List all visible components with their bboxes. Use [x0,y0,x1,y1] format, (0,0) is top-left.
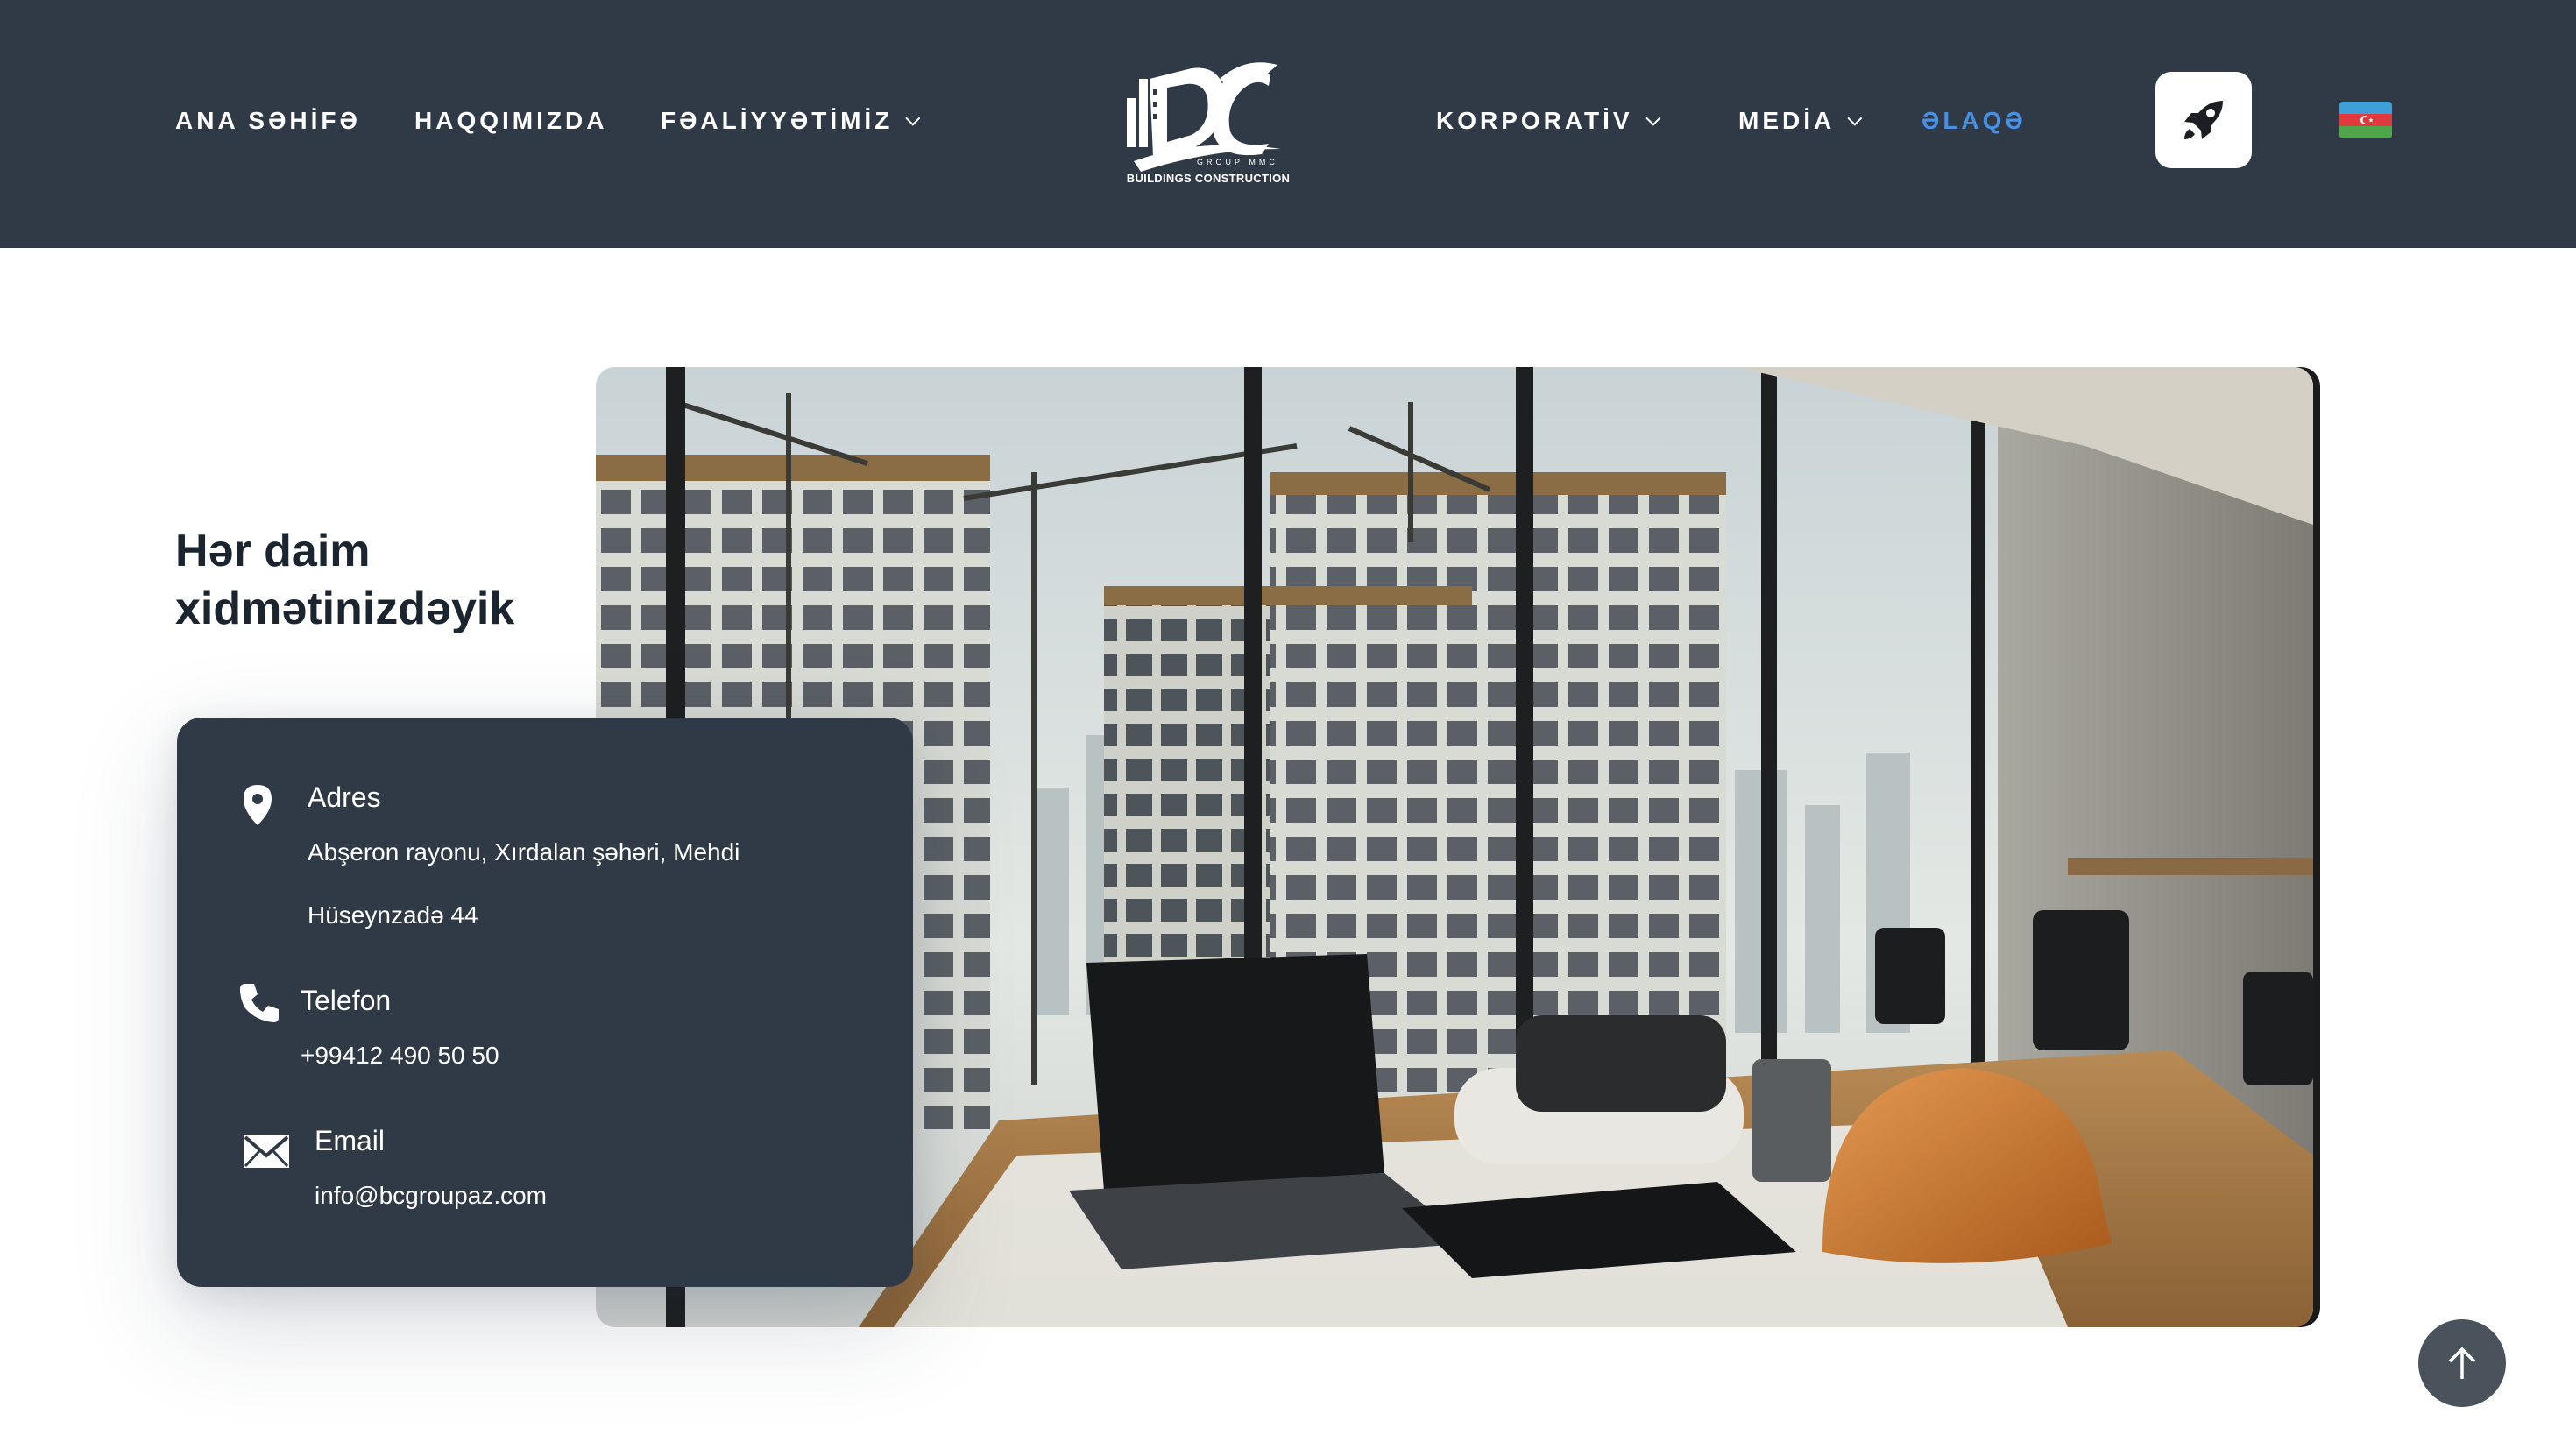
nav-corporate[interactable]: KORPORATİV [1436,103,1660,138]
site-header: ANA SƏHİFƏ HAQQIMIZDA FƏALİYYƏTİMİZ GROU… [0,0,2576,248]
nav-activities-label: FƏALİYYƏTİMİZ [661,107,894,134]
chevron-down-icon [1645,110,1660,126]
nav-home-label: ANA SƏHİFƏ [175,107,361,134]
nav-media[interactable]: MEDİA [1738,103,1863,138]
crescent-star-icon [2360,116,2374,124]
rocket-icon [2184,101,2223,139]
phone-value[interactable]: +99412 490 50 50 [301,1024,844,1087]
nav-activities[interactable]: FƏALİYYƏTİMİZ [661,103,921,138]
envelope-icon [244,1135,289,1168]
phone-icon [240,984,279,1022]
back-to-top-button[interactable] [2418,1319,2506,1407]
logo-subtitle: GROUP MMC [1197,158,1278,166]
phone-title: Telefon [301,985,392,1016]
nav-home[interactable]: ANA SƏHİFƏ [175,103,361,138]
map-pin-icon [244,785,272,825]
arrow-up-icon [2448,1347,2476,1379]
rocket-button[interactable] [2155,72,2252,168]
nav-corporate-label: KORPORATİV [1436,107,1633,134]
logo-text: BUILDINGS CONSTRUCTION [1126,172,1291,185]
address-title: Adres [308,781,381,813]
logo-mark [1127,62,1281,172]
nav-about-label: HAQQIMIZDA [414,107,608,134]
nav-media-label: MEDİA [1738,107,1836,134]
email-title: Email [315,1125,386,1156]
contact-card: Adres Abşeron rayonu, Xırdalan şəhəri, M… [177,718,913,1287]
chevron-down-icon [1847,110,1863,126]
nav-about[interactable]: HAQQIMIZDA [414,103,607,138]
address-line-1: Abşeron rayonu, Xırdalan şəhəri, Mehdi [308,838,740,866]
page-heading: Hər daim xidmətinizdəyik [175,526,515,634]
email-value[interactable]: info@bcgroupaz.com [315,1164,858,1227]
address-line-2: Hüseynzadə 44 [308,901,478,929]
azerbaijan-flag-icon[interactable] [2339,102,2392,138]
nav-contact-label: ƏLAQƏ [1921,107,2027,134]
chevron-down-icon [905,110,921,126]
nav-contact[interactable]: ƏLAQƏ [1921,103,2027,138]
